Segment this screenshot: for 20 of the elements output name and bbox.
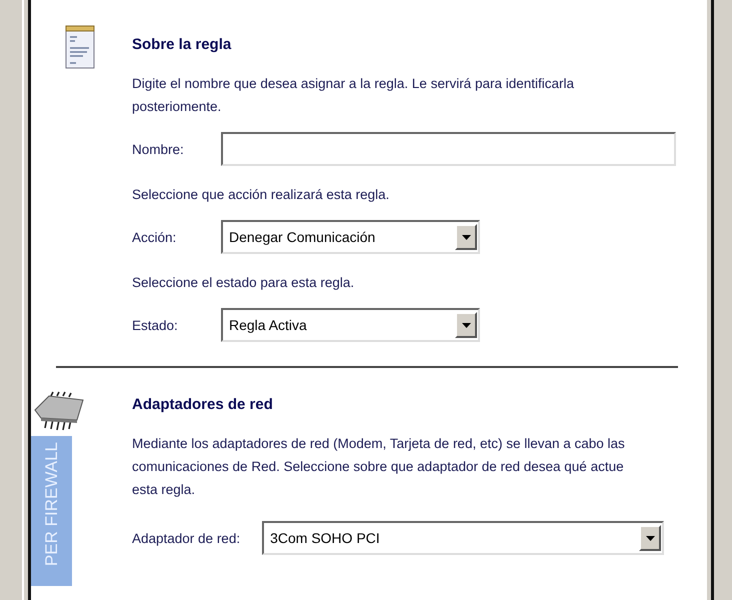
section-description: Mediante los adaptadores de red (Modem, Tarjeta de red, etc) se llevan a cabo las comunicaciones de Red. Seleccione sobre que adaptador de red desea qué actue esta regla. [132,435,626,499]
section-title: Adaptadores de red [132,395,274,415]
caret-icon [462,322,470,328]
caret-icon [646,536,654,540]
instruction-text: Seleccione el estado para esta regla. [132,274,356,292]
name-field[interactable] [221,132,676,166]
notepad-icon [63,24,97,70]
instruction-text: Seleccione que acción realizará esta regla. [132,186,390,204]
dropdown[interactable]: 3Com SOHO PCI [262,521,664,555]
field-label: Acción: [132,230,178,244]
dropdown[interactable]: Denegar Comunicación [221,220,480,254]
section-description: Digite el nombre que desea asignar a la regla. Le servirá para identificarla posteriomente. [132,75,575,116]
dropdown[interactable]: Regla Activa [221,308,480,342]
field-label: Estado: [132,318,179,332]
chip-icon [33,390,85,432]
caret-icon [462,234,470,240]
section-title: Sobre la regla [132,35,232,55]
field-label: Adaptador de red: [132,530,242,546]
banner: PER FIREWALL [31,436,72,586]
field-label: Nombre: [132,142,185,156]
